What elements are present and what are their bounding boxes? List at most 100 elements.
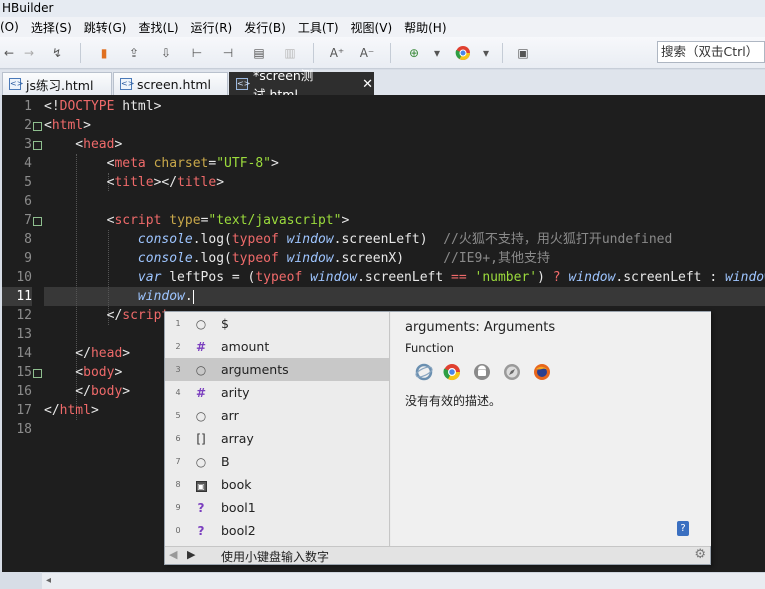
toolbar-separator	[80, 43, 81, 63]
tab-bar: <> js练习.html <> screen.html <> *screen测试…	[0, 68, 765, 102]
tab-js-practice[interactable]: <> js练习.html	[2, 72, 112, 95]
move-left-icon[interactable]: ⊢	[188, 44, 206, 62]
toolbar-separator	[313, 43, 314, 63]
bookmark-icon[interactable]: ▮	[95, 44, 113, 62]
gear-icon[interactable]: ⚙	[694, 547, 706, 562]
suggestion-item[interactable]: 8 ▣ book	[165, 473, 389, 496]
footer-hint: 使用小键盘输入数字	[221, 550, 330, 564]
line-number: 14	[16, 346, 32, 361]
comment-icon[interactable]: ▤	[250, 44, 268, 62]
close-icon[interactable]: ✕	[362, 77, 373, 92]
menu-item-find[interactable]: 查找(L)	[138, 19, 178, 36]
properties-icon[interactable]: ▣	[514, 44, 532, 62]
code-line: <html>	[44, 118, 91, 133]
tab-screen-test[interactable]: <> *screen测试.html ✕	[229, 68, 374, 102]
suggestion-number: 7	[175, 457, 181, 466]
menu-item-format[interactable]: (O)	[0, 20, 19, 34]
last-edit-icon[interactable]: ↯	[48, 44, 66, 62]
suggestion-item[interactable]: 9 ? bool1	[165, 496, 389, 519]
suggestion-label: arr	[221, 408, 239, 423]
ie-icon	[415, 363, 433, 381]
suggestion-item[interactable]: 5 ○ arr	[165, 404, 389, 427]
variable-icon: ○	[195, 316, 207, 331]
code-line: <script type="text/javascript">	[44, 213, 350, 228]
insert-above-icon[interactable]: ⇪	[125, 44, 143, 62]
line-number: 17	[16, 403, 32, 418]
tab-screen[interactable]: <> screen.html	[113, 72, 228, 95]
code-line-current: window.	[137, 289, 194, 304]
insert-below-icon[interactable]: ⇩	[157, 44, 175, 62]
menu-item-help[interactable]: 帮助(H)	[404, 19, 446, 36]
firefox-icon	[534, 364, 550, 380]
fold-toggle-icon[interactable]	[33, 141, 42, 150]
scroll-left-icon[interactable]: ◂	[46, 575, 51, 586]
menu-item-select[interactable]: 选择(S)	[31, 19, 72, 36]
help-book-icon[interactable]: ?	[677, 521, 689, 536]
line-number: 1	[24, 99, 32, 114]
suggestion-number: 4	[175, 388, 181, 397]
variable-icon: ○	[195, 362, 207, 377]
suggestion-item[interactable]: 4 # arity	[165, 381, 389, 404]
suggestion-label: arity	[221, 385, 250, 400]
array-type-icon: []	[196, 431, 206, 446]
browser-preview-icon[interactable]	[454, 44, 472, 62]
variable-icon: ○	[195, 408, 207, 423]
suggestion-number: 1	[175, 319, 181, 328]
line-number: 2	[24, 118, 32, 133]
tab-label: screen.html	[137, 76, 211, 92]
line-number: 7	[24, 213, 32, 228]
suggestion-label: arguments	[221, 362, 289, 377]
menu-item-view[interactable]: 视图(V)	[351, 19, 393, 36]
toolbar-separator	[502, 43, 503, 63]
line-number: 5	[24, 175, 32, 190]
fold-toggle-icon[interactable]	[33, 122, 42, 131]
tab-label: js练习.html	[26, 77, 94, 93]
font-increase-icon[interactable]: A⁺	[328, 44, 346, 62]
line-number: 15	[16, 365, 32, 380]
next-page-icon[interactable]: ▶	[187, 548, 195, 561]
font-decrease-icon[interactable]: A⁻	[358, 44, 376, 62]
menu-item-run[interactable]: 运行(R)	[191, 19, 233, 36]
html-file-icon: <>	[9, 78, 24, 90]
suggestion-label: amount	[221, 339, 270, 354]
menu-item-tools[interactable]: 工具(T)	[298, 19, 339, 36]
search-input[interactable]: 搜索（双击Ctrl）	[657, 41, 765, 63]
detail-type: Function	[405, 341, 454, 355]
suggestion-label: array	[221, 431, 254, 446]
suggestion-item[interactable]: 6 [] array	[165, 427, 389, 450]
code-line: <body>	[44, 365, 123, 380]
line-number: 10	[16, 270, 32, 285]
window-title: HBuilder	[0, 0, 765, 17]
suggestion-item-selected[interactable]: 3 ○ arguments	[165, 358, 389, 381]
code-line: </script>	[44, 308, 177, 323]
chevron-down-icon[interactable]: ▾	[428, 44, 446, 62]
code-line: <title></title>	[44, 175, 225, 190]
prev-page-icon[interactable]: ◀	[169, 548, 177, 561]
menu-item-publish[interactable]: 发行(B)	[244, 19, 286, 36]
popup-footer: ◀ ▶ 使用小键盘输入数字 ⚙	[165, 546, 710, 564]
detail-title: arguments: Arguments	[405, 320, 556, 335]
suggestion-item[interactable]: 2 # amount	[165, 335, 389, 358]
move-right-icon[interactable]: ⊣	[219, 44, 237, 62]
fold-toggle-icon[interactable]	[33, 217, 42, 226]
forward-icon[interactable]: →	[20, 44, 38, 62]
back-icon[interactable]: ←	[0, 44, 18, 62]
new-file-icon[interactable]: ⊕	[405, 44, 423, 62]
suggestion-item[interactable]: 1 ○ $	[165, 312, 389, 335]
fold-toggle-icon[interactable]	[33, 369, 42, 378]
line-number: 4	[24, 156, 32, 171]
text-caret	[192, 289, 194, 304]
code-line: </head>	[44, 346, 131, 361]
chevron-down-icon[interactable]: ▾	[477, 44, 495, 62]
safari-icon	[504, 364, 520, 380]
variable-icon: ○	[195, 454, 207, 469]
menu-item-goto[interactable]: 跳转(G)	[84, 19, 127, 36]
uncomment-icon[interactable]: ▥	[281, 44, 299, 62]
suggestion-item[interactable]: 7 ○ B	[165, 450, 389, 473]
suggestion-detail-panel: arguments: Arguments Function 没有有效的描述。 ?	[391, 312, 711, 546]
horizontal-scrollbar[interactable]: ◂	[42, 572, 765, 589]
suggestion-number: 2	[175, 342, 181, 351]
suggestion-item[interactable]: 0 ? bool2	[165, 519, 389, 542]
line-number: 13	[16, 327, 32, 342]
suggestion-number: 3	[175, 365, 181, 374]
